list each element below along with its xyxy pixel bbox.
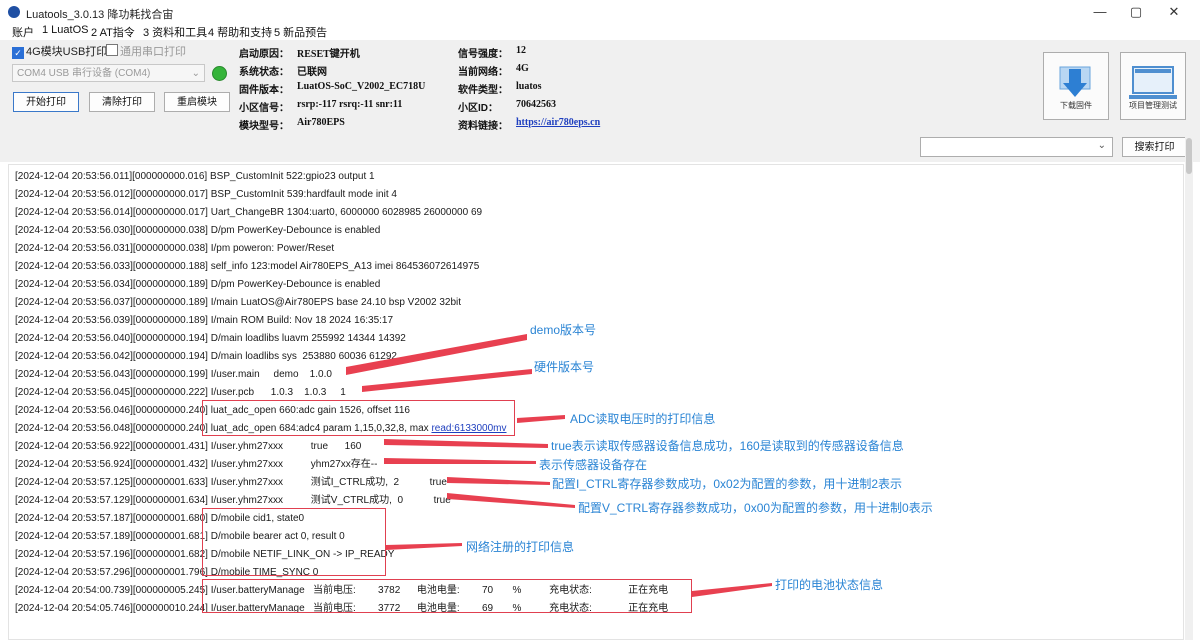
annotation-adc-print: ADC读取电压时的打印信息 — [570, 412, 716, 426]
arrow-ictrl — [447, 477, 550, 485]
arrow-sensor-info — [384, 439, 548, 448]
annotation-ictrl: 配置I_CTRL寄存器参数成功，0x02为配置的参数，用十进制2表示 — [552, 477, 903, 491]
arrow-battery — [692, 583, 772, 597]
arrow-adc — [517, 415, 565, 423]
annotation-arrows — [346, 334, 772, 597]
annotation-battery: 打印的电池状态信息 — [775, 578, 884, 592]
arrow-sensor-exists — [384, 458, 536, 464]
annotation-sensor-exists: 表示传感器设备存在 — [539, 458, 648, 472]
annotation-vctrl: 配置V_CTRL寄存器参数成功，0x00为配置的参数，用十进制0表示 — [578, 501, 933, 515]
arrow-hardware — [362, 369, 532, 392]
arrow-vctrl — [447, 493, 575, 508]
annotation-sensor-info: true表示读取传感器设备信息成功，160是读取到的传感器设备信息 — [551, 439, 904, 453]
annotation-demo-version: demo版本号 — [530, 323, 597, 337]
annotation-hardware-version: 硬件版本号 — [534, 360, 595, 374]
arrow-network — [386, 543, 462, 550]
annotation-network: 网络注册的打印信息 — [466, 540, 575, 554]
arrow-demo — [346, 334, 527, 375]
